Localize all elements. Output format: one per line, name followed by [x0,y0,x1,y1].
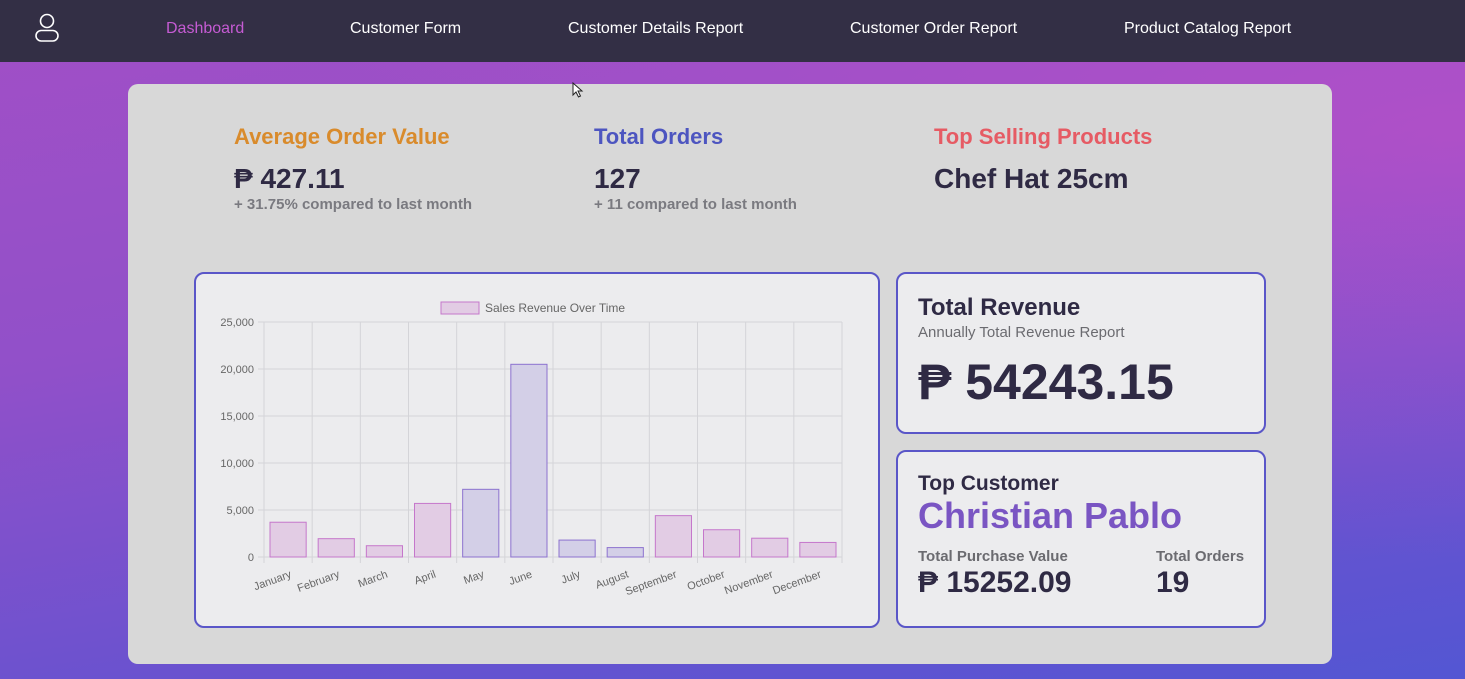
bar [751,537,789,558]
legend-label: Sales Revenue Over Time [485,301,625,315]
y-tick-label: 25,000 [220,317,254,329]
y-tick-label: 20,000 [220,364,254,376]
bar [462,488,500,558]
x-tick-label: February [296,568,342,595]
top-navbar: Dashboard Customer Form Customer Details… [0,0,1465,62]
purchase-value: ₱ 15252.09 [918,566,1072,599]
purchase-value-label: Total Purchase Value [918,548,1068,565]
stat-comparison: + 31.75% compared to last month [234,196,472,213]
bar [558,539,596,558]
nav-product-catalog-report[interactable]: Product Catalog Report [1124,19,1291,39]
stat-comparison: + 11 compared to last month [594,196,797,213]
stat-value: ₱ 427.11 [234,163,345,194]
bar-chart: 0 5,000 10,000 15,000 20,000 25,000 January Feb… [220,301,843,598]
bar [317,538,355,558]
user-icon[interactable] [34,13,60,43]
nav-dashboard[interactable]: Dashboard [166,19,244,39]
x-tick-label: July [560,568,583,586]
legend-swatch [440,301,480,315]
bar [703,529,741,558]
nav-customer-form[interactable]: Customer Form [350,19,461,39]
bar [654,515,693,558]
bar [799,541,837,558]
x-tick-label: May [462,568,486,587]
mouse-pointer-icon [572,81,584,103]
x-tick-label: March [357,569,390,591]
top-customer-card: Top Customer Christian Pablo Total Purch… [896,450,1266,628]
card-title: Total Revenue [918,294,1081,321]
y-tick-label: 5,000 [226,505,254,517]
average-order-value-stat: Average Order Value ₱ 427.11 + 31.75% co… [234,124,472,213]
stat-title: Average Order Value [234,124,450,149]
top-customer-name: Christian Pablo [918,495,1183,536]
bar [606,547,644,558]
total-revenue-card: Total Revenue Annually Total Revenue Rep… [896,272,1266,434]
stat-value: Chef Hat 25cm [934,163,1129,194]
stat-title: Top Selling Products [934,124,1153,149]
x-tick-label: September [624,568,679,598]
total-revenue-value: ₱ 54243.15 [918,354,1174,410]
dashboard-panel: Average Order Value ₱ 427.11 + 31.75% co… [128,84,1332,664]
stat-title: Total Orders [594,124,724,149]
y-tick-label: 0 [248,552,254,564]
bar [269,521,307,558]
y-tick-label: 10,000 [220,458,254,470]
card-title: Top Customer [918,472,1059,495]
total-orders-label: Total Orders [1156,548,1245,565]
y-tick-label: 15,000 [220,411,254,423]
nav-customer-order-report[interactable]: Customer Order Report [850,19,1017,39]
top-selling-products-stat: Top Selling Products Chef Hat 25cm [934,124,1152,195]
sales-revenue-chart: 0 5,000 10,000 15,000 20,000 25,000 January Feb… [194,272,880,628]
x-tick-label: December [771,568,823,597]
total-orders-stat: Total Orders 127 + 11 compared to last m… [594,124,797,213]
bar [510,363,548,558]
bar [365,545,403,558]
total-orders-value: 19 [1156,566,1190,599]
bar [414,502,452,558]
stat-value: 127 [594,163,641,194]
x-tick-label: October [686,568,727,593]
x-tick-label: November [723,568,775,597]
x-tick-label: June [507,569,534,588]
x-tick-label: April [413,569,438,588]
card-subtitle: Annually Total Revenue Report [918,324,1125,341]
x-tick-label: January [252,568,293,593]
nav-customer-details-report[interactable]: Customer Details Report [568,19,743,39]
